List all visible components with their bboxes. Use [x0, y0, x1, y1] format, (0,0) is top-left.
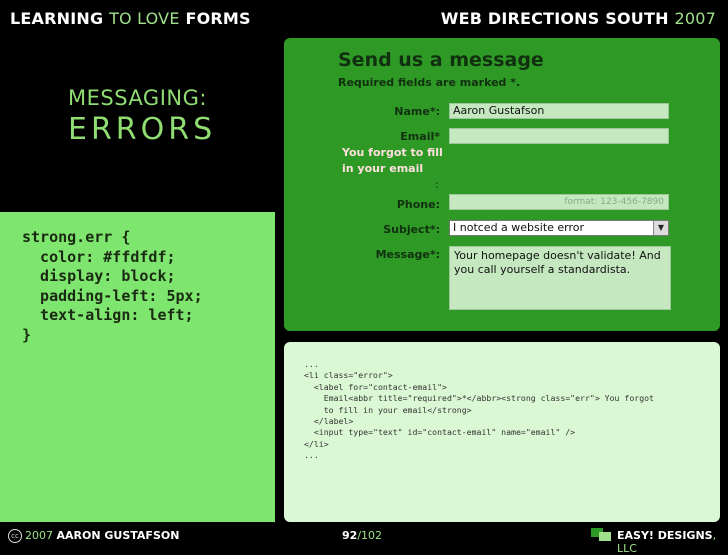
company-name: EASY! DESIGNS [617, 529, 713, 542]
form-required-note: Required fields are marked *. [338, 76, 521, 89]
header-left-title: LEARNING TO LOVE FORMS [10, 9, 251, 28]
email-error-line: You forgot to fill [342, 146, 443, 159]
footer-credit: cc 2007 AARON GUSTAFSON [8, 529, 179, 543]
phone-format-hint: format: 123-456-7890 [564, 197, 664, 207]
page-current: 92 [342, 529, 358, 542]
easy-designs-logo-icon [591, 528, 611, 541]
slide-subheading: MESSAGING: [68, 86, 207, 110]
footer-author: AARON GUSTAFSON [56, 529, 180, 542]
slide-heading: ERRORS [68, 112, 217, 147]
header-right-title: WEB DIRECTIONS SOUTH 2007 [441, 9, 716, 28]
name-label: Name*: [394, 105, 440, 118]
subject-select[interactable]: I notced a website error ▼ [449, 220, 669, 236]
subject-selected-value: I notced a website error [453, 221, 585, 234]
message-label: Message*: [375, 248, 440, 261]
creative-commons-icon: cc [8, 529, 22, 543]
email-error-line: in your email [342, 162, 424, 175]
email-error-message: You forgot to fill in your email [342, 145, 443, 177]
form-title: Send us a message [338, 49, 544, 71]
header-to-love: TO LOVE [109, 9, 180, 28]
footer-company: EASY! DESIGNS, LLC [617, 529, 728, 555]
phone-label: Phone: [396, 198, 440, 211]
header-year: 2007 [674, 9, 716, 28]
header-forms: FORMS [185, 9, 251, 28]
subject-label: Subject*: [383, 223, 440, 236]
name-field[interactable]: Aaron Gustafson [449, 103, 669, 119]
stray-colon: : [435, 178, 439, 191]
chevron-down-icon: ▼ [653, 221, 668, 235]
css-code: strong.err { color: #ffdfdf; display: bl… [22, 228, 203, 344]
html-code: ... <li class="error"> <label for="conta… [304, 359, 654, 461]
header-event: WEB DIRECTIONS SOUTH [440, 9, 669, 28]
page-number: 92/102 [342, 529, 383, 542]
email-label: Email* [400, 130, 440, 143]
css-code-panel: strong.err { color: #ffdfdf; display: bl… [0, 212, 275, 522]
message-textarea[interactable]: Your homepage doesn't validate! And you … [449, 246, 671, 310]
footer-year: 2007 [25, 529, 53, 542]
email-field[interactable] [449, 128, 669, 144]
page-total: 102 [361, 529, 383, 542]
header-learning: LEARNING [10, 9, 104, 28]
phone-field[interactable]: format: 123-456-7890 [449, 194, 669, 210]
